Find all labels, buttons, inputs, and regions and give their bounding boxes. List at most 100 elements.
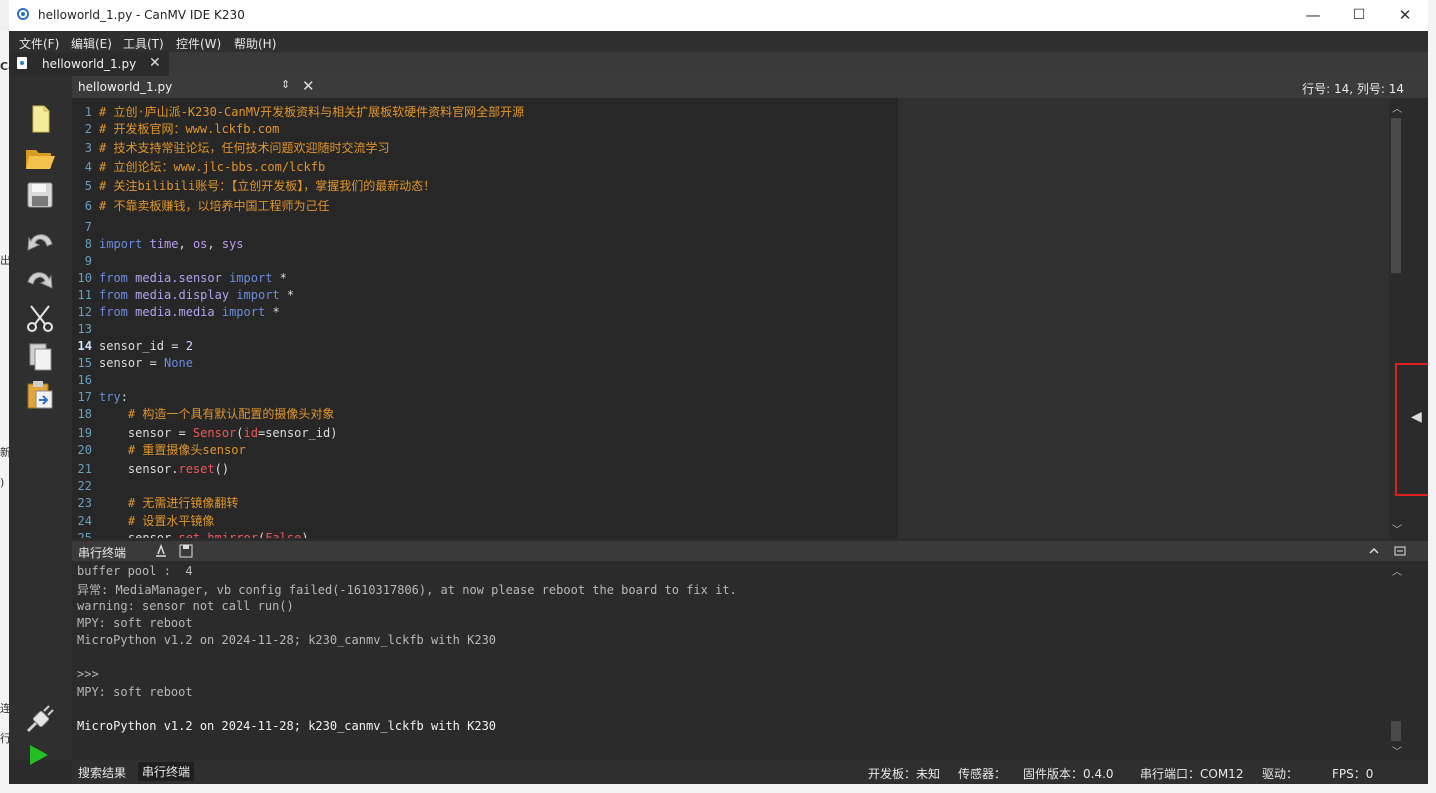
terminal-line: MPY: soft reboot <box>77 685 193 699</box>
maximize-button[interactable]: ☐ <box>1336 0 1382 31</box>
redo-icon[interactable] <box>23 262 57 296</box>
background-edge-left: Ca 出 新 ) 连 行 <box>0 30 16 793</box>
code-line[interactable]: 11 from media.display import * <box>72 287 898 304</box>
code-line[interactable]: 7 <box>72 219 898 236</box>
code-line[interactable]: 21 sensor.reset() <box>72 461 898 478</box>
line-number: 11 <box>77 288 92 302</box>
clear-terminal-icon[interactable] <box>154 544 168 558</box>
code-line[interactable]: 24 # 设置水平镜像 <box>72 513 898 530</box>
code-line[interactable]: 10 from media.sensor import * <box>72 270 898 287</box>
copy-icon[interactable] <box>23 340 57 374</box>
document-tab-bar: helloworld_1.py ✕ <box>9 52 1428 76</box>
code-text: # 无需进行镜像翻转 <box>127 496 239 510</box>
code-editor[interactable]: 1 # 立创·庐山派-K230-CanMV开发板资料与相关扩展板软硬件资料官网全部… <box>72 98 898 538</box>
code-line[interactable]: 13 <box>72 321 898 338</box>
code-line[interactable]: 2 # 开发板官网：www.lckfb.com <box>72 121 898 138</box>
tab-close-button[interactable]: ✕ <box>149 55 161 71</box>
connect-icon[interactable] <box>24 703 56 735</box>
code-line[interactable]: 6 # 不靠卖板赚钱，以培养中国工程师为己任 <box>72 198 898 215</box>
scrollbar-thumb[interactable] <box>1391 118 1401 273</box>
tab-search-results[interactable]: 搜索结果 <box>78 764 126 781</box>
line-number: 2 <box>84 122 92 136</box>
bottom-toolbar <box>9 700 72 765</box>
code-text: sensor = Sensor(id=sensor_id) <box>99 426 338 440</box>
file-switch-icon[interactable]: ⇕ <box>281 78 290 91</box>
undo-icon[interactable] <box>23 224 57 258</box>
menu-widgets[interactable]: 控件(W) <box>176 35 221 52</box>
code-line[interactable]: 17 try: <box>72 389 898 406</box>
line-number: 19 <box>77 426 92 440</box>
code-line[interactable]: 4 # 立创论坛：www.jlc-bbs.com/lckfb <box>72 159 898 176</box>
save-log-icon[interactable] <box>179 544 193 558</box>
scroll-up-icon[interactable]: ︿ <box>1392 563 1402 578</box>
line-number: 23 <box>77 496 92 510</box>
scroll-up-icon[interactable]: ︿ <box>1392 100 1402 115</box>
ide-window: helloworld_1.py - CanMV IDE K230 — ☐ ✕ 文… <box>9 0 1428 784</box>
code-line[interactable]: 15 sensor = None <box>72 355 898 372</box>
code-text: # 构造一个具有默认配置的摄像头对象 <box>127 407 335 421</box>
python-file-icon <box>17 57 27 69</box>
menu-tools[interactable]: 工具(T) <box>123 35 164 52</box>
line-number: 8 <box>84 237 92 251</box>
serial-terminal[interactable]: buffer pool : 4 异常: MediaManager, vb conf… <box>72 561 1389 760</box>
scroll-down-icon[interactable]: ﹀ <box>1392 743 1402 758</box>
fps-counter: FPS：0 <box>1332 767 1374 781</box>
code-line[interactable]: 14 sensor_id = 2 <box>72 338 898 355</box>
serial-port: 串行端口：COM12 <box>1140 767 1244 781</box>
line-number: 20 <box>77 443 92 457</box>
editor-filename-selector[interactable]: helloworld_1.py <box>78 80 172 94</box>
code-line[interactable]: 18 # 构造一个具有默认配置的摄像头对象 <box>72 406 898 423</box>
line-number: 12 <box>77 305 92 319</box>
cut-icon[interactable] <box>23 302 57 336</box>
editor-close-button[interactable]: ✕ <box>302 77 315 95</box>
open-folder-icon[interactable] <box>23 140 57 174</box>
firmware-version[interactable]: 固件版本：0.4.0 <box>1023 765 1114 782</box>
terminal-line: MPY: soft reboot <box>77 616 193 630</box>
terminal-scrollbar[interactable]: ︿ ﹀ <box>1389 561 1406 760</box>
code-line[interactable]: 22 <box>72 478 898 495</box>
highlighted-collapse-toggle[interactable]: ◀ <box>1395 363 1428 496</box>
tab-serial-terminal[interactable]: 串行终端 <box>138 762 195 781</box>
save-icon[interactable] <box>23 178 57 212</box>
scroll-down-icon[interactable]: ﹀ <box>1392 521 1402 536</box>
code-text: # 立创·庐山派-K230-CanMV开发板资料与相关扩展板软硬件资料官网全部开… <box>99 105 525 119</box>
cursor-position: 行号: 14, 列号: 14 <box>1302 82 1404 96</box>
line-number: 22 <box>77 479 92 493</box>
terminal-line: warning: sensor not call run() <box>77 599 294 613</box>
code-line[interactable]: 3 # 技术支持常驻论坛，任何技术问题欢迎随时交流学习 <box>72 140 898 157</box>
menu-file[interactable]: 文件(F) <box>19 35 59 52</box>
maximize-terminal-icon[interactable] <box>1368 545 1380 557</box>
minimize-button[interactable]: — <box>1290 0 1336 31</box>
code-line[interactable]: 16 <box>72 372 898 389</box>
code-text: # 不靠卖板赚钱，以培养中国工程师为己任 <box>99 199 330 213</box>
line-number: 3 <box>84 141 92 155</box>
line-number: 17 <box>77 390 92 404</box>
close-pane-icon[interactable] <box>1394 545 1406 557</box>
code-line[interactable]: 8 import time, os, sys <box>72 236 898 253</box>
line-number: 9 <box>84 254 92 268</box>
driver-status: 驱动： <box>1262 767 1299 781</box>
code-text: # 关注bilibili账号：【立创开发板】，掌握我们的最新动态！ <box>99 179 436 193</box>
code-text: import time, os, sys <box>99 237 244 251</box>
code-line[interactable]: 12 from media.media import * <box>72 304 898 321</box>
menu-edit[interactable]: 编辑(E) <box>71 35 112 52</box>
code-line[interactable]: 9 <box>72 253 898 270</box>
code-line[interactable]: 19 sensor = Sensor(id=sensor_id) <box>72 425 898 442</box>
scrollbar-thumb[interactable] <box>1391 721 1401 741</box>
paste-icon[interactable] <box>23 378 57 412</box>
run-icon[interactable] <box>28 744 50 766</box>
menu-help[interactable]: 帮助(H) <box>234 35 276 52</box>
code-line[interactable]: 1 # 立创·庐山派-K230-CanMV开发板资料与相关扩展板软硬件资料官网全部… <box>72 104 898 121</box>
code-line[interactable]: 23 # 无需进行镜像翻转 <box>72 495 898 512</box>
tab-helloworld[interactable]: helloworld_1.py ✕ <box>9 52 169 76</box>
code-line[interactable]: 20 # 重置摄像头sensor <box>72 442 898 459</box>
code-text: sensor.reset() <box>99 462 230 476</box>
new-file-icon[interactable] <box>23 102 57 136</box>
line-number: 13 <box>77 322 92 336</box>
code-text: # 设置水平镜像 <box>127 514 215 528</box>
code-line[interactable]: 25 sensor.set_hmirror(False) <box>72 530 898 538</box>
line-number: 6 <box>84 199 92 213</box>
collapse-arrow-icon[interactable]: ◀ <box>1411 409 1422 425</box>
close-button[interactable]: ✕ <box>1382 0 1428 31</box>
code-line[interactable]: 5 # 关注bilibili账号：【立创开发板】，掌握我们的最新动态！ <box>72 178 898 195</box>
